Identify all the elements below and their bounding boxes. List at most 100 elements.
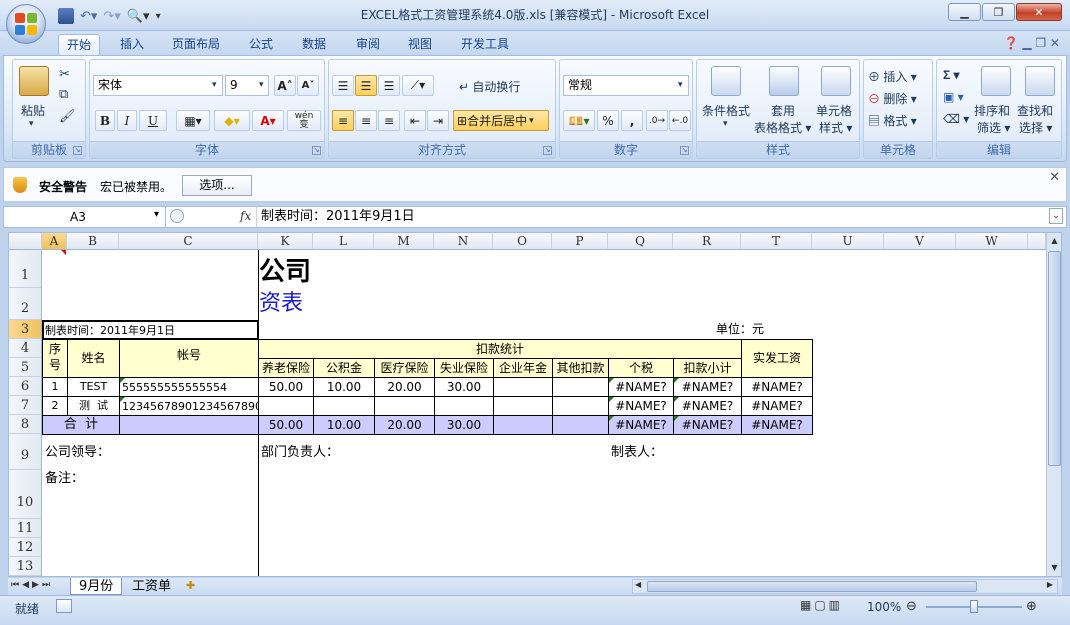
scroll-left-icon[interactable]: ◀ [635,580,641,589]
vertical-scroll-thumb[interactable] [1048,251,1061,466]
conditional-format-dropdown-icon[interactable]: ▾ [723,118,728,129]
decrease-decimal-icon[interactable]: ←.0 [669,110,691,131]
col-header-a[interactable]: A [42,233,67,250]
percent-button[interactable]: % [597,110,619,131]
paste-icon[interactable] [19,66,49,96]
row-header-9[interactable]: 9 [9,434,42,470]
decrease-indent-icon[interactable]: ⇤ [404,110,426,131]
font-name-dropdown-icon[interactable]: ▾ [212,79,217,90]
cell-a3-date[interactable]: 制表时间：2011年9月1日 [42,320,259,340]
total-medical[interactable]: 20.00 [374,415,435,435]
row1-annuity[interactable] [493,377,553,397]
align-top-icon[interactable]: ☰ [332,75,354,96]
row2-subtotal[interactable]: #NAME? [673,396,742,416]
sheet-tab-sep[interactable]: 9月份 [70,578,123,595]
shrink-font-icon[interactable]: A˅ [297,75,319,96]
tab-data[interactable]: 数据 [294,34,334,55]
maximize-button[interactable]: ❐ [982,3,1015,21]
find-select-label1[interactable]: 查找和 [1017,102,1053,119]
scroll-down-icon[interactable]: ▼ [1048,561,1061,575]
select-all-corner[interactable] [9,233,42,250]
zoom-level[interactable]: 100% [867,600,901,614]
total-tax[interactable]: #NAME? [608,415,674,435]
worksheet-grid[interactable]: A B C K L M N O P Q R T U V W 1 2 3 4 5 … [8,232,1062,577]
insert-sheet-icon[interactable]: ✚ [186,579,195,592]
row2-unemployment[interactable] [434,396,494,416]
name-box-dropdown-icon[interactable]: ▾ [154,209,159,220]
conditional-format-icon[interactable] [711,66,741,96]
row1-seq[interactable]: 1 [42,377,68,397]
name-box[interactable]: A3 [4,207,166,227]
sort-filter-button[interactable]: 筛选 ▾ [977,119,1010,136]
row2-medical[interactable] [374,396,435,416]
find-select-icon[interactable] [1025,66,1055,96]
row2-tax[interactable]: #NAME? [608,396,674,416]
row1-net[interactable]: #NAME? [741,377,813,397]
underline-button[interactable]: U [139,110,167,131]
col-header-q[interactable]: Q [608,233,673,250]
number-launcher-icon[interactable]: ↘ [680,146,689,155]
vertical-scrollbar[interactable]: ▲ ▼ [1046,233,1061,576]
total-other[interactable] [552,415,609,435]
cell-styles-label1[interactable]: 单元格 [816,102,852,119]
row2-seq[interactable]: 2 [42,396,68,416]
total-unemployment[interactable]: 30.00 [434,415,494,435]
col-header-m[interactable]: M [374,233,434,250]
cell-styles-button[interactable]: 样式 ▾ [819,119,852,136]
tab-review[interactable]: 审阅 [348,34,388,55]
align-bottom-icon[interactable]: ☰ [378,75,400,96]
row-header-2[interactable]: 2 [9,288,42,320]
insert-function-button[interactable]: fx [240,209,251,223]
font-launcher-icon[interactable]: ↘ [312,146,321,155]
cut-icon[interactable]: ✂ [59,66,70,82]
merge-center-button[interactable]: ⊞ 合并后居中 ▾ [453,110,549,131]
row-header-4[interactable]: 4 [9,339,42,358]
row-header-13[interactable]: 13 [9,557,42,576]
fill-icon[interactable]: ▣ ▾ [943,90,964,104]
col-header-n[interactable]: N [434,233,493,250]
minimize-button[interactable]: ▁ [948,3,981,21]
clipboard-launcher-icon[interactable]: ↘ [73,146,82,155]
help-icon[interactable]: ❓ ▁ ❐ ✕ [1004,36,1060,50]
format-cells-button[interactable]: ▤ 格式 ▾ [868,112,917,129]
paste-button[interactable]: 粘贴 [21,102,45,119]
row1-name[interactable]: TEST [67,377,120,397]
row-header-10[interactable]: 10 [9,470,42,519]
alignment-launcher-icon[interactable]: ↘ [543,146,552,155]
phonetic-button[interactable]: wén 变 [287,110,321,131]
col-header-c[interactable]: C [119,233,258,250]
number-format-dropdown-icon[interactable]: ▾ [678,79,683,90]
align-center-icon[interactable]: ≡ [355,110,377,131]
orientation-icon[interactable]: ⟋▾ [402,75,434,96]
row1-unemployment[interactable]: 30.00 [434,377,494,397]
row2-pension[interactable] [258,396,314,416]
horizontal-scrollbar[interactable]: ◀ ▶ [632,579,1058,594]
close-button[interactable]: ✕ [1016,3,1062,21]
col-header-u[interactable]: U [812,233,884,250]
font-name-select[interactable]: 宋体 [93,75,223,96]
comma-button[interactable]: , [621,110,643,131]
bold-button[interactable]: B [95,110,115,131]
fill-color-icon[interactable]: ◆▾ [214,110,250,131]
col-header-o[interactable]: O [493,233,552,250]
col-header-b[interactable]: B [67,233,119,250]
zoom-out-icon[interactable]: ⊖ [906,599,917,614]
wrap-text-button[interactable]: ↵ 自动换行 [459,78,520,95]
col-header-w[interactable]: W [956,233,1028,250]
row-header-7[interactable]: 7 [9,396,42,415]
total-fund[interactable]: 10.00 [313,415,375,435]
italic-button[interactable]: I [117,110,137,131]
zoom-slider-thumb[interactable] [970,600,978,613]
office-button[interactable] [6,4,46,44]
tab-insert[interactable]: 插入 [112,34,152,55]
options-button[interactable]: 选项... [182,175,252,196]
formula-content[interactable]: 制表时间：2011年9月1日 [256,207,1036,227]
row-header-12[interactable]: 12 [9,538,42,557]
horizontal-scroll-thumb[interactable] [647,581,977,592]
clear-icon[interactable]: ⌫ ▾ [943,112,969,126]
row1-medical[interactable]: 20.00 [374,377,435,397]
col-header-k[interactable]: K [258,233,313,250]
format-as-table-icon[interactable] [769,66,799,96]
currency-icon[interactable]: 💴▾ [563,110,595,131]
row1-other[interactable] [552,377,609,397]
